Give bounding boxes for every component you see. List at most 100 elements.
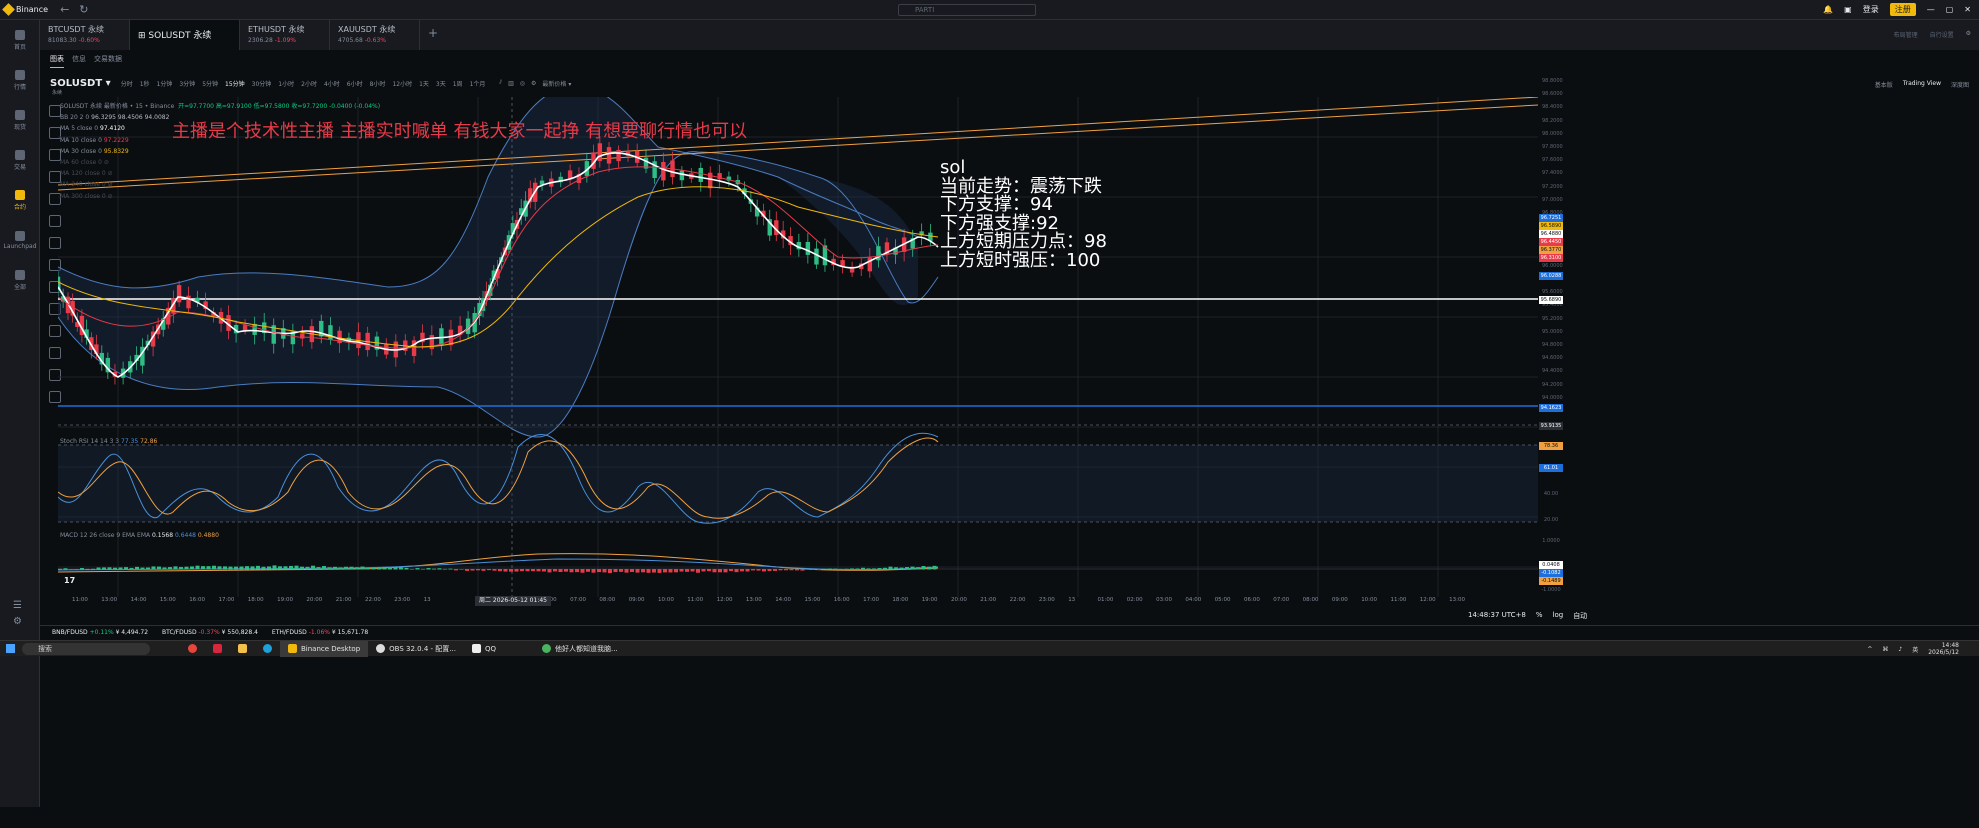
login-button[interactable]: 登录	[1863, 4, 1879, 15]
eye-off-icon[interactable]: ⊘	[108, 170, 113, 177]
auto-toggle[interactable]: 自动	[1573, 611, 1587, 621]
ticker-eth[interactable]: ETH/FDUSD -1.06% ¥ 15,671.78	[272, 629, 368, 636]
taskbar-explorer[interactable]	[230, 641, 255, 657]
layout-manage-button[interactable]: 布局管理	[1894, 30, 1918, 39]
view-depth[interactable]: 深度图	[1951, 80, 1969, 89]
timeframe-option[interactable]: 1天	[419, 79, 429, 88]
timeframe-option[interactable]: 3天	[436, 79, 446, 88]
macd-bar	[300, 566, 304, 570]
candle-body	[300, 333, 305, 339]
timeframe-option[interactable]: 30分钟	[252, 79, 272, 88]
timeframe-option[interactable]: 15分钟	[225, 79, 245, 88]
global-search-input[interactable]: PARTI	[898, 4, 1036, 16]
refresh-icon[interactable]: ↻	[79, 3, 88, 16]
sidebar-item-futures[interactable]: 合约	[0, 180, 40, 220]
tab-btcusdt[interactable]: BTCUSDT 永续 81083.30 -0.60%	[40, 20, 130, 50]
minimize-icon[interactable]: —	[1927, 5, 1935, 14]
tab-chart[interactable]: 图表	[50, 54, 64, 68]
timeframe-option[interactable]: 6小时	[347, 79, 363, 88]
macd-bar	[575, 569, 579, 573]
note-line: 下方支撑：94	[940, 194, 1053, 215]
sidebar-item-launchpad[interactable]: Launchpad	[0, 220, 40, 260]
register-button[interactable]: 注册	[1889, 3, 1916, 16]
bell-icon[interactable]: 🔔	[1823, 5, 1833, 14]
symbol-selector[interactable]: SOLUSDT ▾	[50, 78, 111, 89]
taskbar-clock[interactable]: 14:48 2026/5/12	[1928, 642, 1959, 656]
macd-bar	[542, 569, 546, 572]
pane-axis-label: -1.0000	[1541, 587, 1561, 593]
timeframe-option[interactable]: 1分钟	[157, 79, 173, 88]
legend-ma30: MA 30 close 0	[60, 147, 102, 155]
eye-off-icon[interactable]: ⊘	[108, 181, 113, 188]
macd-bar	[162, 567, 167, 570]
macd-bar	[866, 568, 871, 570]
tab-xauusdt[interactable]: XAUUSDT 永续 4705.68 -0.63%	[330, 20, 420, 50]
timeframe-option[interactable]: 8小时	[370, 79, 386, 88]
add-tab-button[interactable]: +	[420, 20, 446, 50]
tab-trading-data[interactable]: 交易数据	[94, 54, 122, 68]
view-basic[interactable]: 基本版	[1875, 80, 1893, 89]
macd-bar	[773, 569, 777, 571]
camera-icon[interactable]: ◎	[520, 80, 525, 87]
volume-icon[interactable]: ♪	[1898, 646, 1902, 653]
taskbar-wps[interactable]	[205, 641, 230, 657]
input-language[interactable]: 英	[1912, 645, 1918, 654]
time-axis[interactable]: 11:00 13:00 14:00 15:00 16:00 17:00 18:00 19:00…	[58, 597, 1564, 607]
network-icon[interactable]: ⌘	[1882, 646, 1888, 653]
tab-solusdt[interactable]: ⊞ SOLUSDT 永续	[130, 20, 240, 50]
view-tradingview[interactable]: Trading View	[1903, 80, 1941, 89]
sidebar-item-all[interactable]: 全部	[0, 260, 40, 300]
timeframe-option[interactable]: 5分钟	[202, 79, 218, 88]
taskbar-edge[interactable]	[255, 641, 280, 657]
taskbar-search[interactable]: 搜索	[22, 642, 150, 655]
time-tick: 23:00	[1038, 597, 1055, 603]
candle-type-icon[interactable]: ▥	[508, 80, 514, 87]
timeframe-option[interactable]: 1个月	[470, 79, 486, 88]
taskbar-chrome[interactable]	[180, 641, 205, 657]
eye-off-icon[interactable]: ⊘	[108, 193, 113, 200]
maximize-icon[interactable]: ▢	[1946, 5, 1954, 14]
price-tick: 94.2000	[1542, 381, 1563, 388]
tab-info[interactable]: 信息	[72, 54, 86, 68]
close-icon[interactable]: ✕	[1964, 5, 1971, 14]
sidebar-item-home[interactable]: 首页	[0, 20, 40, 60]
ticker-btc[interactable]: BTC/FDUSD -0.37% ¥ 550,828.4	[162, 629, 258, 636]
screen-icon[interactable]: ▣	[1844, 5, 1852, 14]
windows-start-icon[interactable]	[6, 644, 15, 653]
timeframe-option[interactable]: 分时	[121, 79, 133, 88]
percent-toggle[interactable]: %	[1536, 611, 1543, 621]
taskbar-qq[interactable]: QQ	[464, 641, 504, 657]
eye-off-icon[interactable]: ⊘	[104, 159, 109, 166]
price-type-dropdown[interactable]: 最新价格 ▾	[542, 79, 571, 88]
sidebar-item-markets[interactable]: 行情	[0, 60, 40, 100]
tab-ethusdt[interactable]: ETHUSDT 永续 2306.28 -1.09%	[240, 20, 330, 50]
sidebar-item-trade[interactable]: 交易	[0, 140, 40, 180]
timeframe-option[interactable]: 12小时	[392, 79, 412, 88]
candle-body	[814, 248, 819, 265]
price-tick: 94.6000	[1542, 355, 1563, 362]
sidebar-item-spot[interactable]: 现货	[0, 100, 40, 140]
timeframe-option[interactable]: 3分钟	[179, 79, 195, 88]
indicator-icon[interactable]: ⫽	[499, 79, 502, 87]
custom-settings-button[interactable]: 自行设置	[1930, 30, 1954, 39]
tray-chevron-icon[interactable]: ^	[1867, 646, 1872, 653]
timeframe-option[interactable]: 4小时	[324, 79, 340, 88]
settings-icon[interactable]: ⚙	[1966, 30, 1971, 39]
taskbar-obs[interactable]: OBS 32.0.4 - 配置...	[368, 641, 464, 657]
settings-icon[interactable]: ⚙	[13, 616, 22, 627]
timeframe-option[interactable]: 1周	[453, 79, 463, 88]
folder-icon	[238, 644, 247, 653]
ticker-bnb[interactable]: BNB/FDUSD +0.11% ¥ 4,494.72	[52, 629, 148, 636]
macd-bar	[234, 566, 238, 570]
time-tick: 17:00	[863, 597, 879, 603]
list-icon[interactable]: ☰	[13, 600, 22, 611]
timeframe-option[interactable]: 1秒	[140, 79, 150, 88]
price-tick: 94.8000	[1542, 342, 1563, 348]
settings-icon[interactable]: ⚙	[531, 80, 536, 87]
log-toggle[interactable]: log	[1553, 611, 1564, 621]
taskbar-binance[interactable]: Binance Desktop	[280, 640, 369, 657]
back-arrow-icon[interactable]: ←	[60, 3, 69, 16]
taskbar-chat[interactable]: 他好人都知道我脑...	[534, 641, 626, 657]
timeframe-option[interactable]: 2小时	[301, 79, 317, 88]
timeframe-option[interactable]: 1小时	[278, 79, 294, 88]
